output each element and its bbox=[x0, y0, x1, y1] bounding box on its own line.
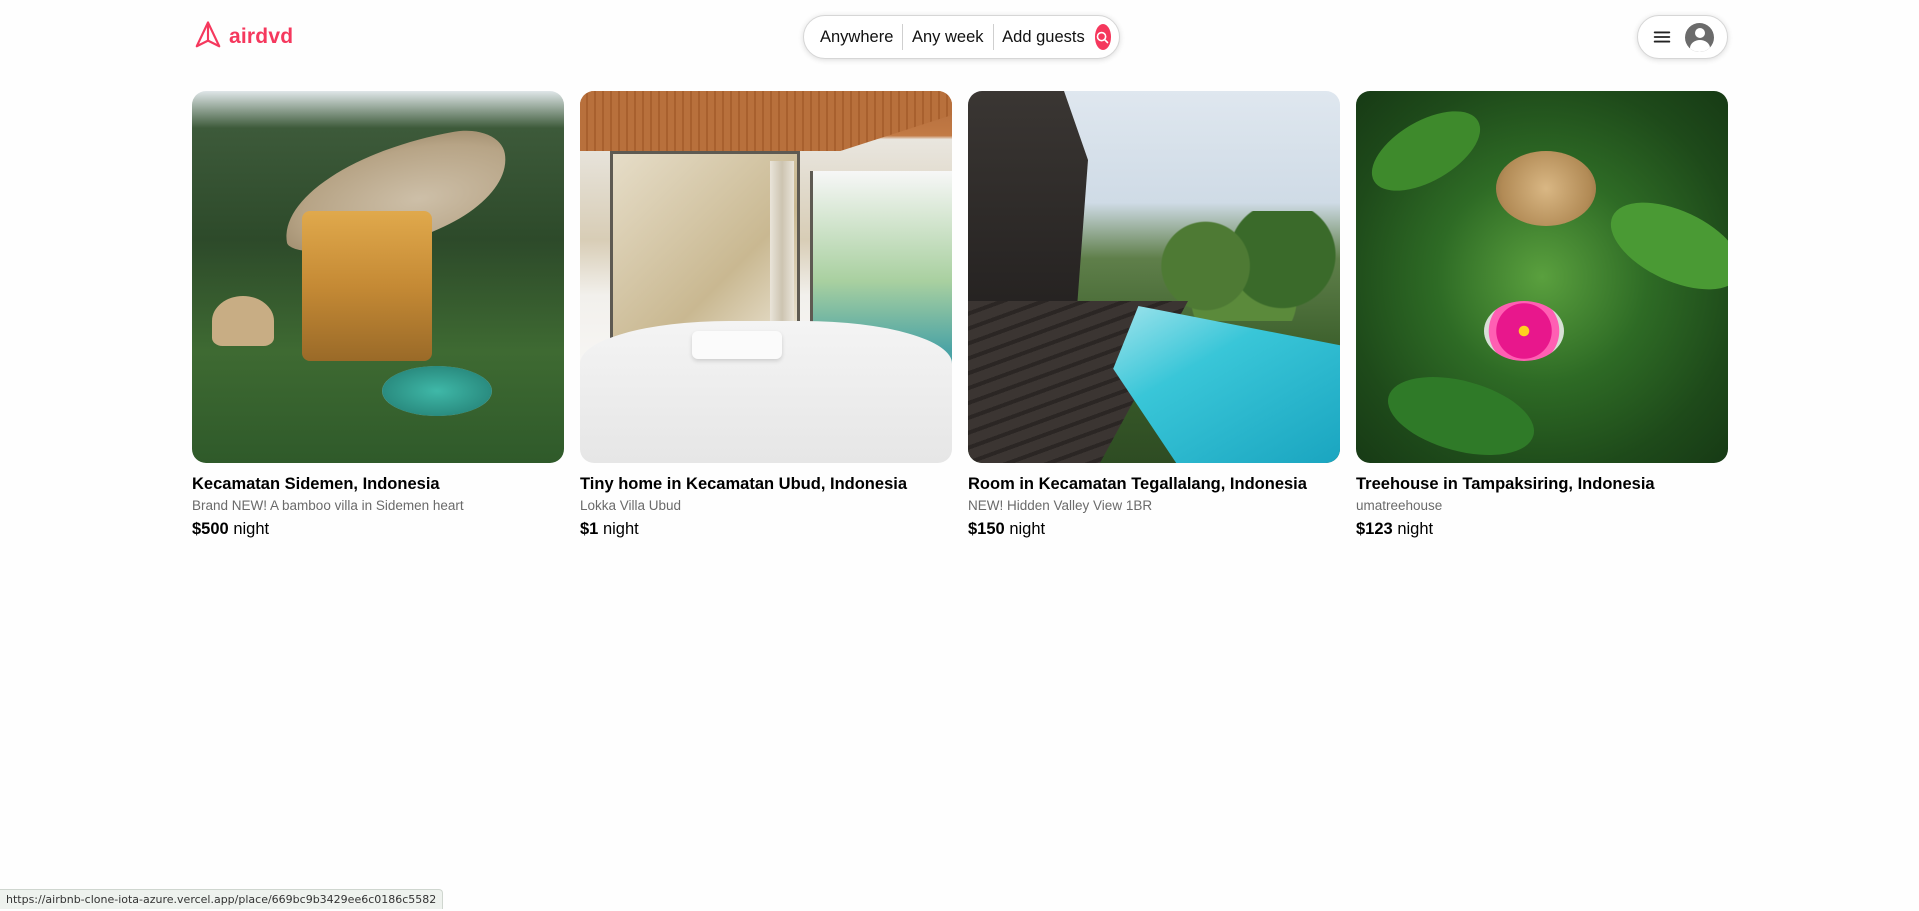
listing-title: Kecamatan Sidemen, Indonesia bbox=[192, 475, 440, 493]
listing-price-unit: night bbox=[1397, 520, 1434, 538]
listing-title: Room in Kecamatan Tegallalang, Indonesia bbox=[968, 475, 1307, 493]
user-avatar-icon bbox=[1685, 22, 1714, 52]
listing-price: $500 night bbox=[192, 520, 564, 539]
paper-plane-icon bbox=[193, 20, 223, 55]
listing-price-unit: night bbox=[1009, 520, 1046, 538]
search-guests-button[interactable]: Add guests bbox=[1002, 28, 1085, 47]
listing-price: $150 night bbox=[968, 520, 1340, 539]
listing-price-amount: $1 bbox=[580, 520, 599, 538]
search-bar[interactable]: Anywhere Any week Add guests bbox=[803, 15, 1120, 59]
listing-price-amount: $500 bbox=[192, 520, 229, 538]
logo-link[interactable]: airdvd bbox=[193, 20, 294, 55]
listing-subtitle: Lokka Villa Ubud bbox=[580, 498, 682, 513]
listing-card[interactable]: Treehouse in Tampaksiring, Indonesia uma… bbox=[1356, 91, 1728, 539]
listing-price-unit: night bbox=[233, 520, 270, 538]
search-location-button[interactable]: Anywhere bbox=[820, 28, 893, 47]
listing-price-amount: $150 bbox=[968, 520, 1005, 538]
listing-subtitle: umatreehouse bbox=[1356, 498, 1443, 513]
listing-price: $1 night bbox=[580, 520, 952, 539]
listing-subtitle: Brand NEW! A bamboo villa in Sidemen hea… bbox=[192, 498, 464, 513]
listing-card[interactable]: Kecamatan Sidemen, Indonesia Brand NEW! … bbox=[192, 91, 564, 539]
listings-grid: Kecamatan Sidemen, Indonesia Brand NEW! … bbox=[192, 91, 1728, 539]
listing-price: $123 night bbox=[1356, 520, 1728, 539]
top-header: airdvd Anywhere Any week Add guests bbox=[0, 0, 1919, 74]
search-icon bbox=[1097, 31, 1109, 43]
listing-card[interactable]: Tiny home in Kecamatan Ubud, Indonesia L… bbox=[580, 91, 952, 539]
listing-subtitle: NEW! Hidden Valley View 1BR bbox=[968, 498, 1153, 513]
listing-photo[interactable] bbox=[968, 91, 1340, 463]
search-dates-button[interactable]: Any week bbox=[912, 28, 984, 47]
listing-photo[interactable] bbox=[580, 91, 952, 463]
listing-card[interactable]: Room in Kecamatan Tegallalang, Indonesia… bbox=[968, 91, 1340, 539]
search-button[interactable] bbox=[1094, 24, 1111, 50]
listing-photo[interactable] bbox=[192, 91, 564, 463]
search-divider bbox=[902, 24, 903, 50]
listing-price-amount: $123 bbox=[1356, 520, 1393, 538]
listing-title: Treehouse in Tampaksiring, Indonesia bbox=[1356, 475, 1655, 493]
listing-photo[interactable] bbox=[1356, 91, 1728, 463]
hamburger-menu-icon bbox=[1651, 26, 1673, 48]
logo-text: airdvd bbox=[229, 25, 294, 48]
listing-title: Tiny home in Kecamatan Ubud, Indonesia bbox=[580, 475, 908, 493]
search-divider bbox=[992, 24, 994, 50]
listing-price-unit: night bbox=[602, 520, 639, 538]
user-menu-button[interactable] bbox=[1637, 15, 1728, 59]
link-status-bar: https://airbnb-clone-iota-azure.vercel.a… bbox=[0, 889, 444, 909]
